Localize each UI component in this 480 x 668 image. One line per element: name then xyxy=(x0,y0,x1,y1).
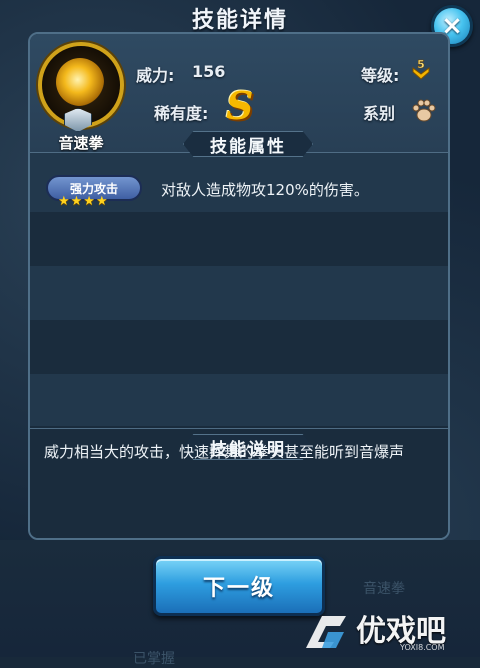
fist-icon xyxy=(56,58,104,106)
skill-description: 威力相当大的攻击，快速挥舞的拳头甚至能听到音爆声 xyxy=(44,443,405,461)
skill-name: 音速拳 xyxy=(58,134,104,152)
attribute-row-empty xyxy=(30,266,448,320)
watermark-logo xyxy=(306,616,346,648)
type-label: 系别 xyxy=(363,104,396,123)
page-title: 技能详情 xyxy=(191,8,288,33)
background-ghost-text: 音速拳 xyxy=(363,581,405,597)
next-level-button[interactable]: 下一级 xyxy=(153,556,325,616)
power-label: 威力: xyxy=(136,66,175,85)
rarity-value: S xyxy=(226,83,254,128)
attribute-stars: ★★★★ xyxy=(58,194,109,209)
skill-detail-panel: 音速拳 威力: 156 等级: 5 稀有度: S 系别 技能属性 强力攻击 ★★… xyxy=(28,32,450,540)
level-value: 5 xyxy=(417,58,425,71)
level-label: 等级: xyxy=(361,66,400,85)
paw-icon xyxy=(412,99,436,122)
attributes-section-title: 技能属性 xyxy=(183,131,313,157)
background-ghost-text: 已掌握 xyxy=(133,651,175,667)
rarity-label: 稀有度: xyxy=(154,104,209,123)
attribute-row-empty xyxy=(30,212,448,266)
attribute-row-empty xyxy=(30,320,448,374)
attribute-row-empty xyxy=(30,374,448,426)
title-bar: 技能详情 xyxy=(0,0,480,36)
watermark-subtext: YOXI8.COM xyxy=(400,643,445,652)
divider xyxy=(30,428,448,429)
power-value: 156 xyxy=(192,62,226,81)
level-badge-icon: 5 xyxy=(412,58,430,80)
attribute-description: 对敌人造成物攻120%的伤害。 xyxy=(161,181,369,199)
skill-icon xyxy=(38,42,124,132)
next-level-label: 下一级 xyxy=(202,576,275,601)
